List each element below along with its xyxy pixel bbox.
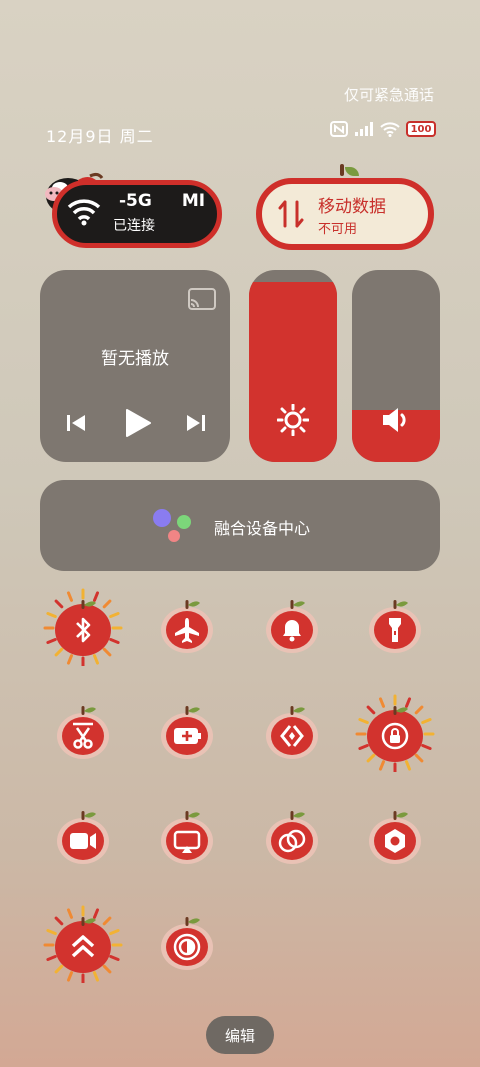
play-icon[interactable] <box>124 408 152 442</box>
toggle-screenshot[interactable] <box>43 692 123 772</box>
toggle-bluetooth[interactable] <box>43 586 123 666</box>
wifi-icon <box>67 197 101 231</box>
next-track-icon[interactable] <box>186 413 206 437</box>
previous-track-icon[interactable] <box>66 413 86 437</box>
cast-icon[interactable] <box>188 288 216 314</box>
mobile-data-tile[interactable]: 移动数据 不可用 <box>256 178 434 250</box>
wifi-ssid-part: -5G <box>119 191 152 211</box>
wifi-status-icon <box>380 121 400 137</box>
wifi-ssid: -5G MI <box>119 191 205 211</box>
toggle-flashlight[interactable] <box>355 586 435 666</box>
date-label: 12月9日 周二 <box>46 127 154 146</box>
signal-icon <box>354 121 374 137</box>
speaker-icon <box>352 404 440 436</box>
nfc-icon <box>330 121 348 137</box>
emergency-call-only-label: 仅可紧急通话 <box>343 86 434 104</box>
media-player-card[interactable]: 暂无播放 <box>40 270 230 462</box>
toggle-share[interactable] <box>252 692 332 772</box>
toggle-settings[interactable] <box>355 797 435 877</box>
toggle-battery-saver[interactable] <box>147 692 227 772</box>
apple-stem-decoration <box>340 164 359 176</box>
battery-plus-icon <box>174 728 201 744</box>
media-title: 暂无播放 <box>101 349 169 369</box>
device-center-card[interactable]: 融合设备中心 <box>40 480 440 571</box>
toggle-cast[interactable] <box>147 797 227 877</box>
toggle-rotation-lock[interactable] <box>355 692 435 772</box>
toggle-dark-mode[interactable] <box>147 903 227 983</box>
mobile-data-title: 移动数据 <box>318 197 386 217</box>
device-center-icon <box>152 508 196 548</box>
toggle-screen-record[interactable] <box>43 797 123 877</box>
device-center-label: 融合设备中心 <box>214 519 311 538</box>
wifi-tile[interactable]: -5G MI 已连接 <box>52 180 222 248</box>
battery-indicator: 100 <box>406 121 436 137</box>
brightness-slider[interactable] <box>249 270 337 462</box>
toggle-performance[interactable] <box>43 903 123 983</box>
sun-icon <box>249 404 337 436</box>
toggle-link[interactable] <box>252 797 332 877</box>
data-arrows-icon <box>278 198 304 234</box>
status-icons: 100 <box>330 121 436 137</box>
toggle-airplane[interactable] <box>147 586 227 666</box>
toggle-ring[interactable] <box>252 586 332 666</box>
mobile-data-status: 不可用 <box>318 222 358 237</box>
wifi-ssid-extra: MI <box>181 191 206 211</box>
edit-button[interactable]: 编辑 <box>206 1016 274 1054</box>
wifi-status: 已连接 <box>113 218 155 234</box>
volume-slider[interactable] <box>352 270 440 462</box>
